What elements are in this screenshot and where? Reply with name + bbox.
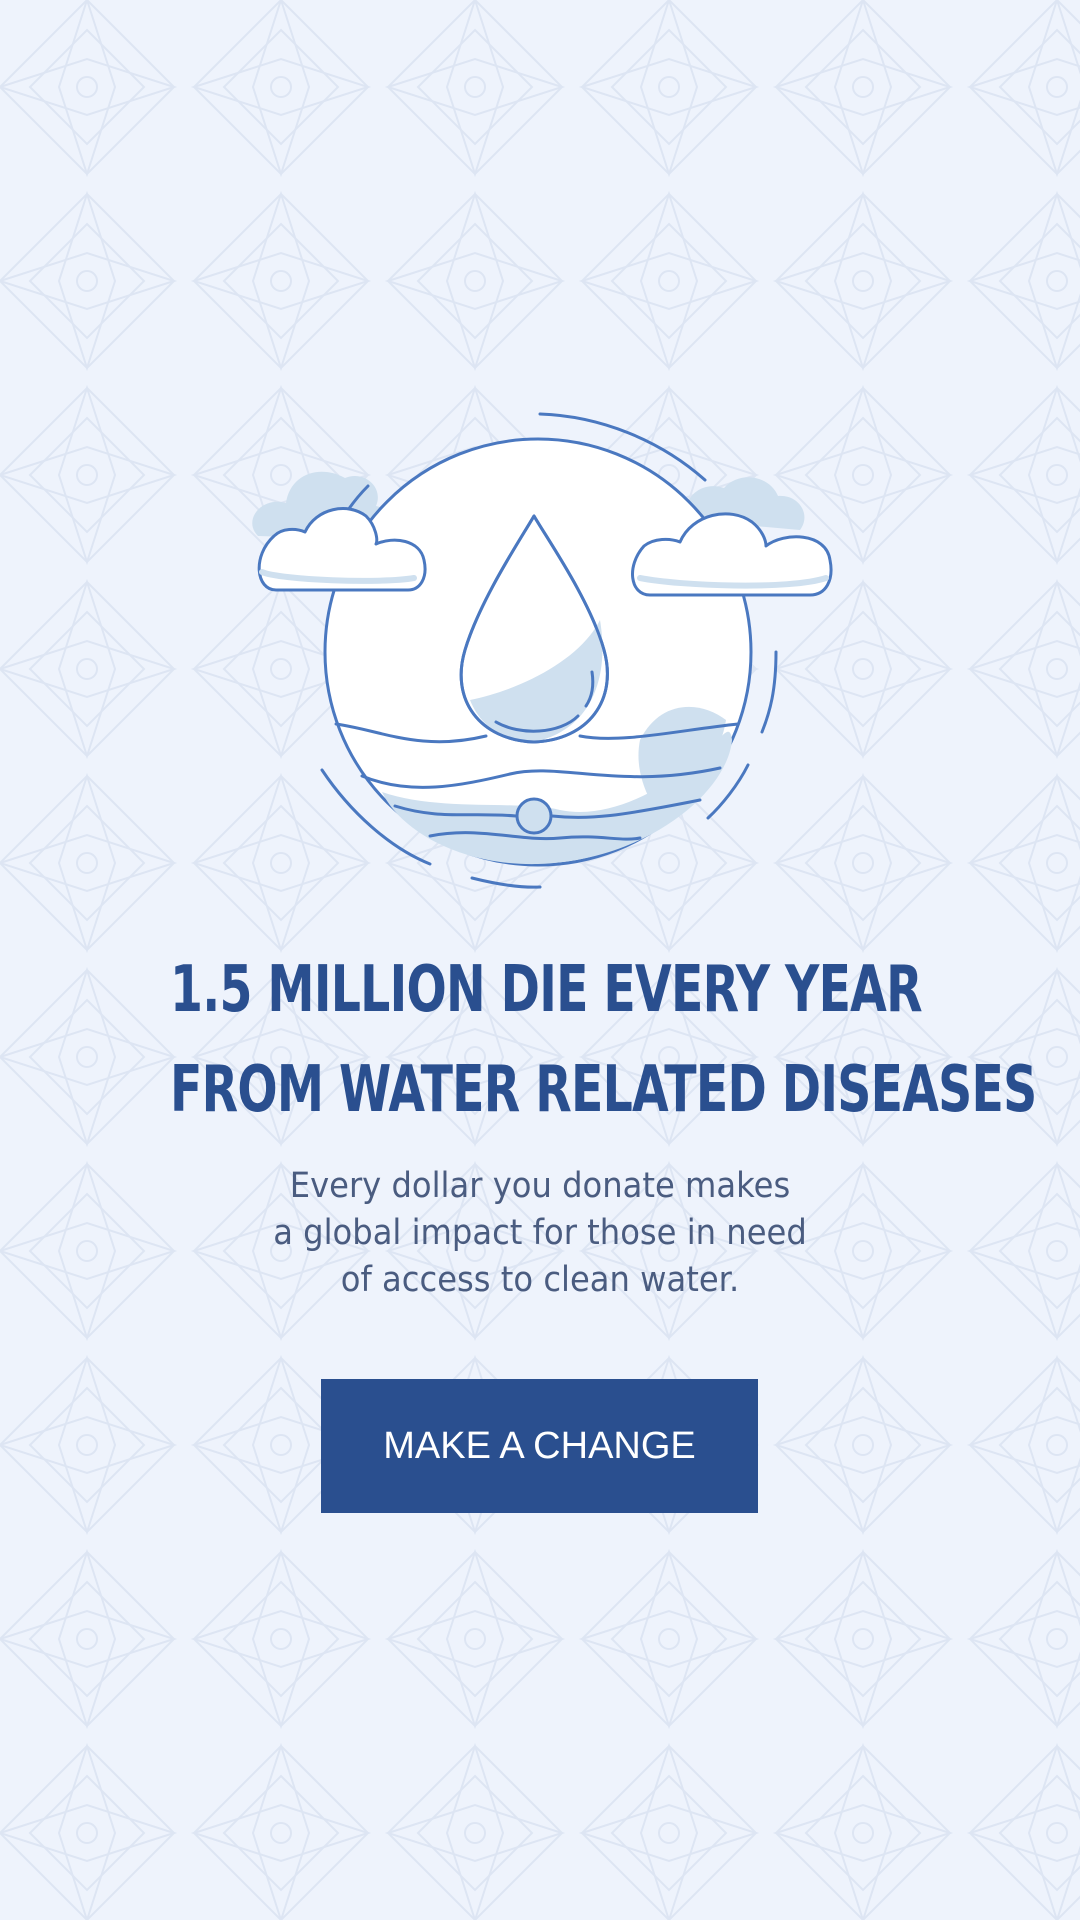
headline-line-2: FROM WATER RELATED DISEASES [170,1053,1037,1127]
subtext-line-2: a global impact for those in need [273,1213,807,1253]
subtext-line-3: of access to clean water. [340,1260,740,1300]
subtext-line-1: Every dollar you donate makes [289,1166,791,1206]
make-a-change-button[interactable]: MAKE A CHANGE [321,1379,758,1513]
headline-line-1: 1.5 MILLION DIE EVERY YEAR [170,953,923,1027]
headline: 1.5 MILLION DIE EVERY YEAR FROM WATER RE… [40,940,1040,1140]
subtext: Every dollar you donate makes a global i… [140,1163,940,1304]
water-drop-globe-icon [252,412,833,889]
